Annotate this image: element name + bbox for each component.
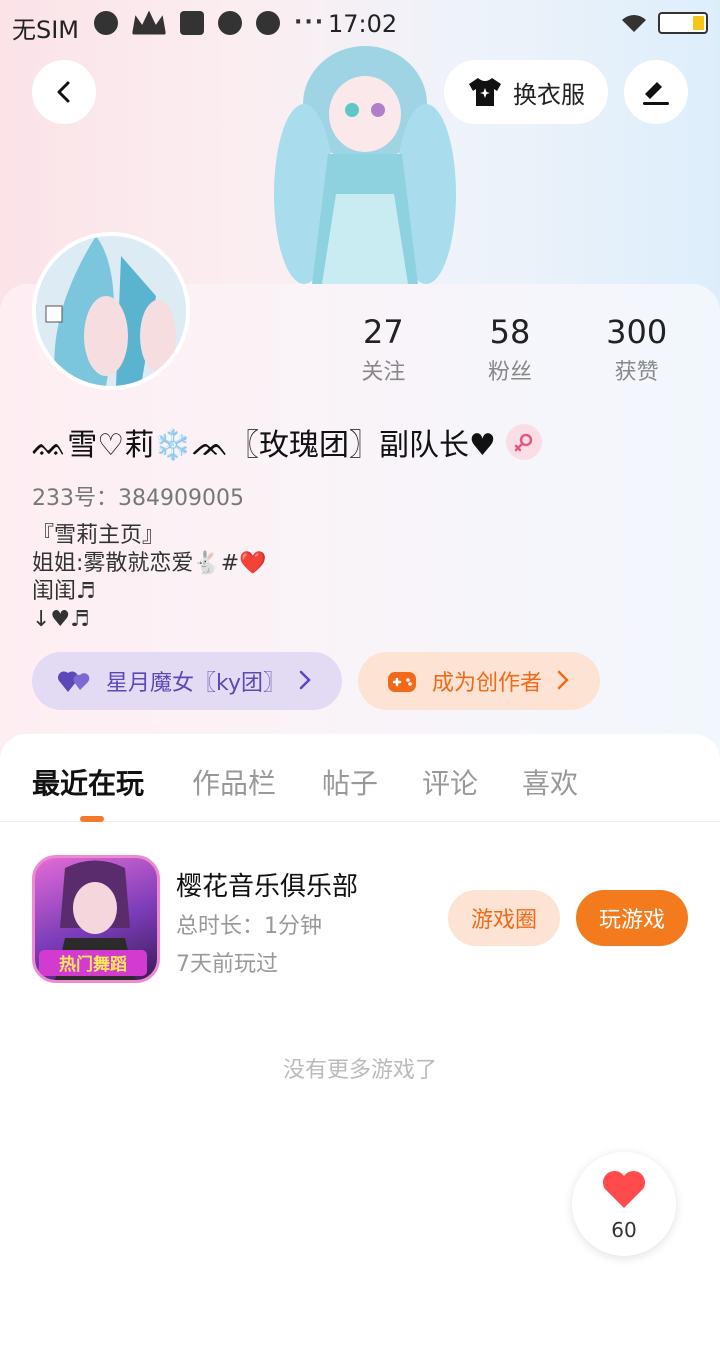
game-circle-button[interactable]: 游戏圈 [448, 890, 560, 946]
chevron-left-icon [57, 81, 70, 103]
tab-works[interactable]: 作品栏 [192, 762, 276, 802]
gamepad-icon [388, 672, 416, 692]
like-count: 60 [611, 1218, 637, 1242]
app-notification-icon [94, 10, 118, 35]
no-more-games-text: 没有更多游戏了 [282, 1058, 437, 1083]
tab-recently-played[interactable]: 最近在玩 [32, 762, 144, 802]
stat-label: 粉丝 [488, 360, 533, 385]
pencil-icon [643, 82, 669, 105]
female-icon [505, 424, 542, 460]
tab-likes[interactable]: 喜欢 [522, 762, 578, 802]
stat-value: 300 [606, 313, 668, 351]
crown-icon [132, 10, 166, 35]
app-notification-icon [256, 10, 280, 35]
stat-followers[interactable]: 58 粉丝 [447, 312, 574, 386]
play-game-button[interactable]: 玩游戏 [576, 890, 688, 946]
nickname: ᨐ雪♡莉❄️ᨏ〖玫瑰团〗副队长♥ [32, 428, 496, 463]
change-outfit-button[interactable]: 换衣服 [444, 60, 608, 124]
become-creator-button[interactable]: 成为创作者 [358, 652, 600, 710]
game-icon-art: 热门舞蹈 [39, 860, 147, 980]
game-last-played: 7天前玩过 [176, 952, 278, 977]
notification-icons: ··· [94, 10, 325, 35]
clock: 17:02 [328, 10, 398, 38]
character-avatar-illustration [274, 46, 456, 284]
carrier-label: 无SIM [12, 16, 80, 44]
more-notifications-icon: ··· [294, 10, 326, 35]
bio-line: 闺闺♬ [32, 579, 96, 604]
game-duration: 总时长：1分钟 [176, 914, 322, 939]
user-id: 233号：384909005 [32, 486, 244, 511]
game-icon[interactable]: 热门舞蹈 [32, 855, 160, 983]
edit-profile-button[interactable] [624, 60, 688, 124]
wifi-icon [622, 15, 646, 32]
team-pill[interactable]: 星月魔女〖ky团〗 [32, 652, 342, 710]
stat-value: 58 [489, 313, 531, 351]
change-outfit-label: 换衣服 [513, 80, 585, 109]
bio: 『雪莉主页』 姐姐:雾散就恋爱🐇#❤️ 闺闺♬ ↓♥♬ [32, 522, 267, 634]
game-list-item[interactable]: 热门舞蹈 樱花音乐俱乐部 总时长：1分钟 7天前玩过 游戏圈 玩游戏 [0, 852, 720, 986]
game-icon-caption: 热门舞蹈 [59, 954, 127, 975]
game-name: 樱花音乐俱乐部 [176, 872, 359, 902]
tab-comments[interactable]: 评论 [422, 762, 478, 802]
nickname-row: ᨐ雪♡莉❄️ᨏ〖玫瑰团〗副队长♥ [32, 420, 542, 464]
bio-line: ↓♥♬ [32, 607, 90, 632]
heart-icon [602, 1170, 646, 1208]
team-label: 星月魔女〖ky团〗 [106, 671, 285, 696]
tab-posts[interactable]: 帖子 [322, 762, 378, 802]
stat-label: 获赞 [614, 360, 659, 385]
profile-stats: 27 关注 58 粉丝 300 获赞 [320, 312, 700, 386]
become-creator-label: 成为创作者 [432, 671, 543, 696]
stat-following[interactable]: 27 关注 [320, 312, 447, 386]
back-button[interactable] [32, 60, 96, 124]
bio-line: 『雪莉主页』 [32, 523, 165, 548]
tab-bar: 最近在玩 作品栏 帖子 评论 喜欢 [0, 734, 720, 822]
chevron-right-icon [299, 670, 311, 690]
like-button[interactable]: 60 [572, 1152, 676, 1256]
avatar-image [36, 236, 186, 386]
bio-line: 姐姐:雾散就恋爱🐇#❤️ [32, 551, 267, 576]
avatar[interactable] [32, 232, 190, 390]
battery-level [693, 16, 704, 30]
hearts-icon [58, 671, 90, 692]
tshirt-icon [469, 78, 501, 106]
app-notification-icon [180, 10, 204, 35]
stat-value: 27 [362, 313, 404, 351]
chevron-right-icon [557, 670, 569, 690]
stat-likes[interactable]: 300 获赞 [573, 312, 700, 386]
content-panel: 最近在玩 作品栏 帖子 评论 喜欢 热门舞蹈 樱花音乐俱乐部 总时长：1分钟 7… [0, 734, 720, 1356]
battery-icon [658, 12, 708, 34]
status-bar: 无SIM ··· 17:02 [0, 0, 720, 50]
active-tab-indicator [80, 816, 104, 822]
app-notification-icon [218, 10, 242, 35]
stat-label: 关注 [361, 360, 406, 385]
